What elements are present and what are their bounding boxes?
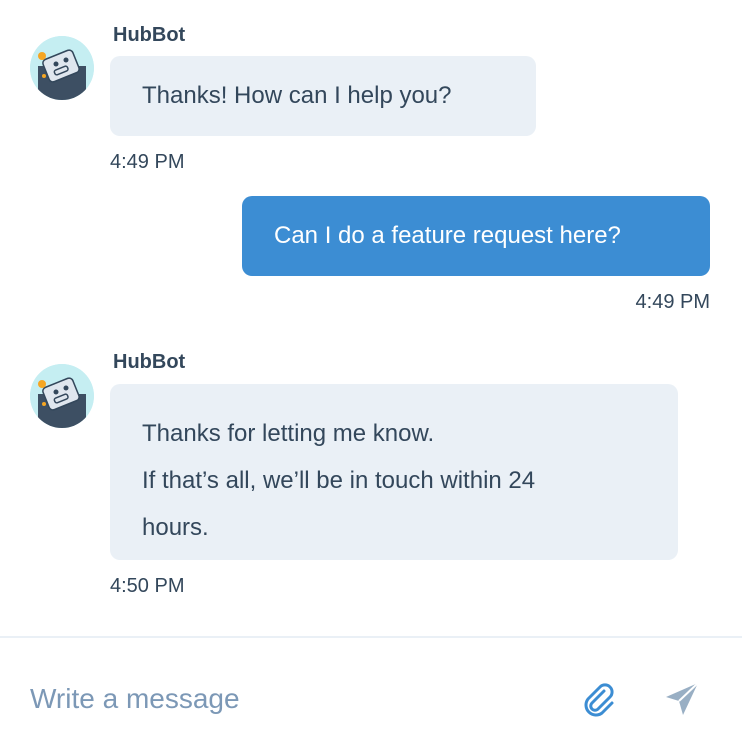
bot-message-bubble: Thanks for letting me know. If that’s al… bbox=[110, 384, 678, 560]
bot-message-bubble: Thanks! How can I help you? bbox=[110, 56, 536, 136]
paperclip-icon[interactable] bbox=[578, 679, 618, 719]
message-timestamp: 4:50 PM bbox=[110, 575, 185, 597]
message-timestamp: 4:49 PM bbox=[635, 291, 710, 313]
message-text: Thanks! How can I help you? bbox=[142, 82, 452, 109]
chat-thread: HubBot Thanks! How can I help you? 4:49 … bbox=[0, 0, 742, 636]
message-text: hours. bbox=[142, 514, 209, 541]
bot-avatar bbox=[30, 364, 94, 428]
message-timestamp: 4:49 PM bbox=[110, 151, 185, 173]
bot-avatar bbox=[30, 36, 94, 100]
message-composer bbox=[0, 636, 742, 754]
message-text: Can I do a feature request here? bbox=[274, 222, 621, 249]
robot-icon bbox=[30, 364, 94, 428]
sender-name: HubBot bbox=[113, 351, 186, 373]
robot-icon bbox=[30, 36, 94, 100]
message-text: If that’s all, we’ll be in touch within … bbox=[142, 467, 536, 494]
send-icon[interactable] bbox=[662, 679, 702, 719]
message-input[interactable] bbox=[30, 674, 550, 724]
message-text: Thanks for letting me know. bbox=[142, 420, 435, 447]
user-message-bubble: Can I do a feature request here? bbox=[242, 196, 710, 276]
sender-name: HubBot bbox=[113, 24, 186, 46]
